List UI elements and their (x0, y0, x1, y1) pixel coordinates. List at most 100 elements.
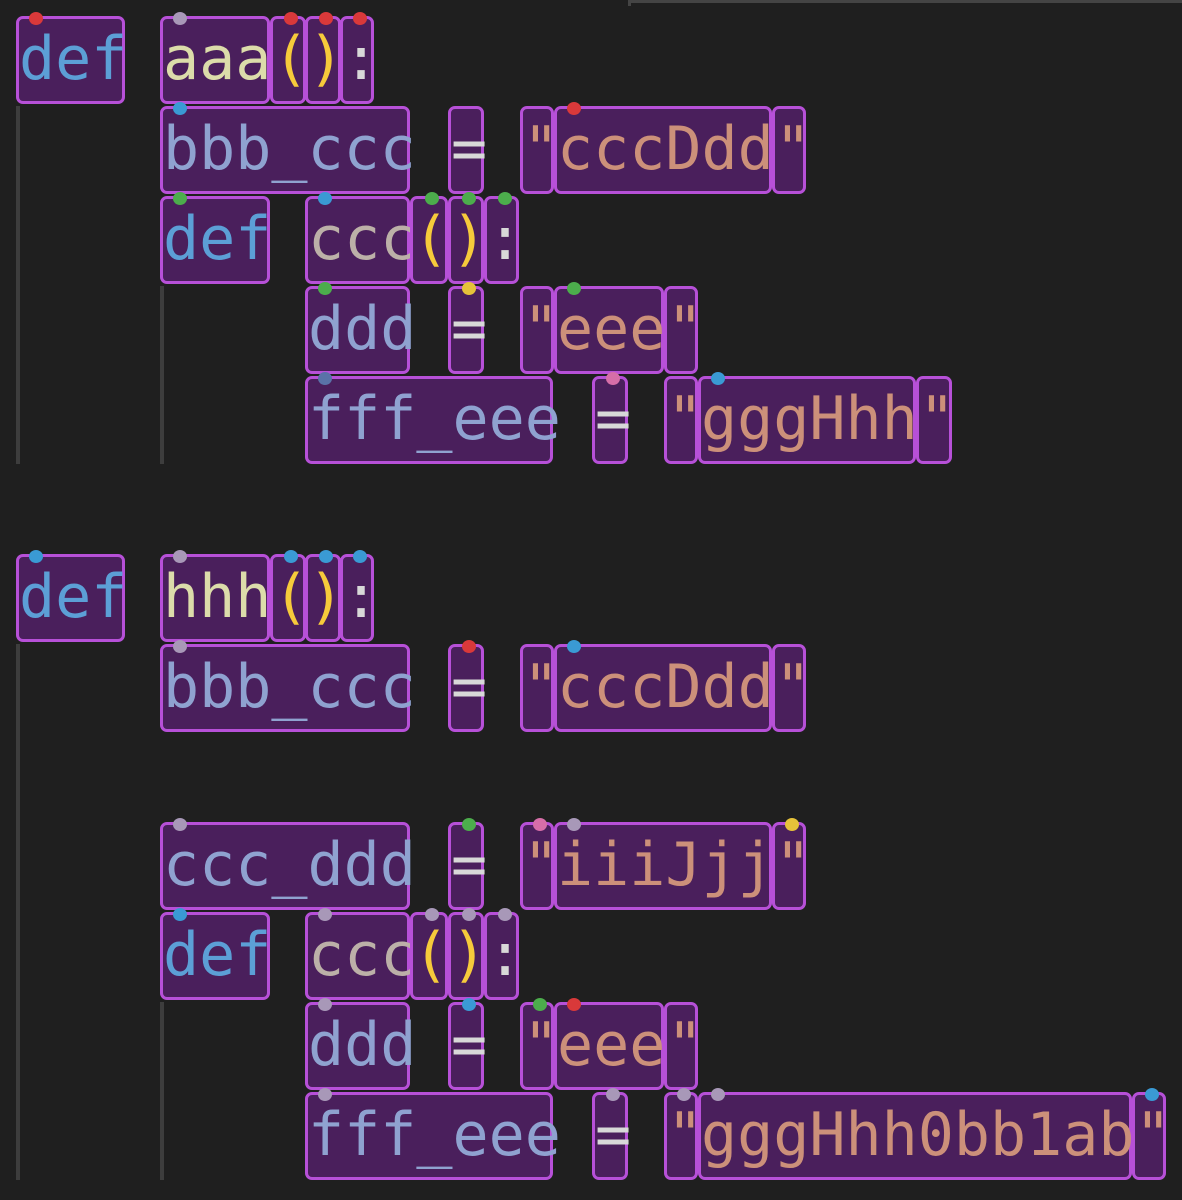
indent-guide (160, 1002, 164, 1180)
token-text: aaa (163, 24, 272, 94)
colon-token[interactable]: : (484, 908, 523, 1000)
quote-token[interactable]: " (664, 376, 703, 464)
function-name-token[interactable]: hhh (160, 550, 272, 642)
keyword-def-token[interactable]: def (16, 550, 128, 642)
quote-token[interactable]: " (772, 644, 811, 732)
equals-token[interactable]: = (448, 282, 488, 374)
variable-token[interactable]: bbb_ccc (160, 640, 416, 732)
token-text: hhh (163, 562, 272, 632)
string-token[interactable]: cccDdd (554, 640, 774, 732)
function-name-token[interactable]: ccc (305, 908, 416, 1000)
token-text: ) (451, 920, 488, 990)
equals-token[interactable]: = (592, 372, 631, 464)
marker-dot-icon (462, 818, 476, 831)
marker-dot-icon (318, 998, 332, 1011)
token-text: def (19, 24, 128, 94)
marker-dot-icon (711, 372, 725, 385)
quote-token[interactable]: " (772, 106, 811, 194)
string-token[interactable]: eee (554, 998, 665, 1090)
variable-token[interactable]: ddd (305, 282, 416, 374)
marker-dot-icon (425, 908, 439, 921)
close-paren-token[interactable]: ) (448, 192, 488, 284)
variable-token[interactable]: bbb_ccc (160, 102, 416, 194)
variable-token[interactable]: fff_eee (305, 1088, 561, 1180)
keyword-def-token[interactable]: def (160, 192, 271, 284)
quote-token[interactable]: " (664, 286, 703, 374)
token-text: bbb_ccc (163, 114, 416, 184)
marker-dot-icon (318, 908, 332, 921)
marker-dot-icon (318, 192, 332, 205)
open-paren-token[interactable]: ( (270, 550, 309, 642)
token-text: ddd (308, 1010, 417, 1080)
marker-dot-icon (677, 1088, 691, 1101)
quote-token[interactable]: " (520, 644, 559, 732)
token-text: cccDdd (557, 114, 774, 184)
marker-dot-icon (567, 102, 581, 115)
marker-dot-icon (462, 640, 476, 653)
token-text: def (19, 562, 128, 632)
variable-token[interactable]: ccc_ddd (160, 818, 416, 910)
string-token[interactable]: iiiJjj (554, 818, 774, 910)
marker-dot-icon (319, 550, 333, 563)
code-editor[interactable]: def aaa ( ) : bbb_ccc = " cccDdd " def c… (0, 0, 1182, 1200)
token-text: " (1135, 1100, 1172, 1170)
open-paren-token[interactable]: ( (410, 908, 449, 1000)
function-name-token[interactable]: aaa (160, 12, 272, 104)
marker-dot-icon (462, 192, 476, 205)
marker-dot-icon (173, 192, 187, 205)
colon-token[interactable]: : (340, 12, 379, 104)
variable-token[interactable]: fff_eee (305, 372, 561, 464)
token-text: gggHhh (701, 384, 918, 454)
token-text: = (451, 830, 488, 900)
quote-token[interactable]: " (520, 818, 559, 910)
quote-token[interactable]: " (520, 998, 559, 1090)
string-token[interactable]: gggHhh0bb1ab (698, 1088, 1135, 1180)
quote-token[interactable]: " (916, 376, 955, 464)
marker-dot-icon (284, 12, 298, 25)
token-text: = (451, 294, 488, 364)
equals-token[interactable]: = (592, 1088, 631, 1180)
equals-token[interactable]: = (448, 106, 488, 194)
token-text: " (775, 114, 812, 184)
token-text: = (451, 1010, 488, 1080)
close-paren-token[interactable]: ) (305, 12, 344, 104)
token-text: ccc (308, 920, 417, 990)
token-text: ) (308, 562, 345, 632)
function-name-token[interactable]: ccc (305, 192, 416, 284)
token-text: = (451, 114, 488, 184)
token-text: ccc (308, 204, 417, 274)
token-text: : (343, 562, 380, 632)
quote-token[interactable]: " (664, 1088, 703, 1180)
string-token[interactable]: eee (554, 282, 665, 374)
equals-token[interactable]: = (448, 818, 488, 910)
colon-token[interactable]: : (340, 550, 379, 642)
close-paren-token[interactable]: ) (448, 908, 488, 1000)
marker-dot-icon (497, 908, 512, 921)
token-text: bbb_ccc (163, 652, 416, 722)
keyword-def-token[interactable]: def (160, 908, 271, 1000)
close-paren-token[interactable]: ) (305, 550, 345, 642)
quote-token[interactable]: " (772, 818, 811, 910)
quote-token[interactable]: " (520, 106, 559, 194)
marker-dot-icon (567, 818, 581, 831)
marker-dot-icon (711, 1088, 725, 1101)
marker-dot-icon (567, 282, 581, 295)
marker-dot-icon (173, 640, 187, 653)
string-token[interactable]: cccDdd (554, 102, 774, 194)
keyword-def-token[interactable]: def (16, 12, 128, 104)
quote-token[interactable]: " (664, 1002, 703, 1090)
token-text: ) (451, 204, 488, 274)
quote-token[interactable]: " (520, 286, 559, 374)
token-text: gggHhh0bb1ab (701, 1100, 1135, 1170)
string-token[interactable]: gggHhh (698, 372, 918, 464)
open-paren-token[interactable]: ( (270, 12, 309, 104)
equals-token[interactable]: = (448, 998, 488, 1090)
equals-token[interactable]: = (448, 640, 487, 732)
quote-token[interactable]: " (1132, 1088, 1171, 1180)
open-paren-token[interactable]: ( (410, 192, 449, 284)
token-text: fff_eee (308, 384, 561, 454)
marker-dot-icon (497, 192, 512, 205)
colon-token[interactable]: : (484, 192, 523, 284)
marker-dot-icon (567, 640, 581, 653)
variable-token[interactable]: ddd (305, 998, 416, 1090)
